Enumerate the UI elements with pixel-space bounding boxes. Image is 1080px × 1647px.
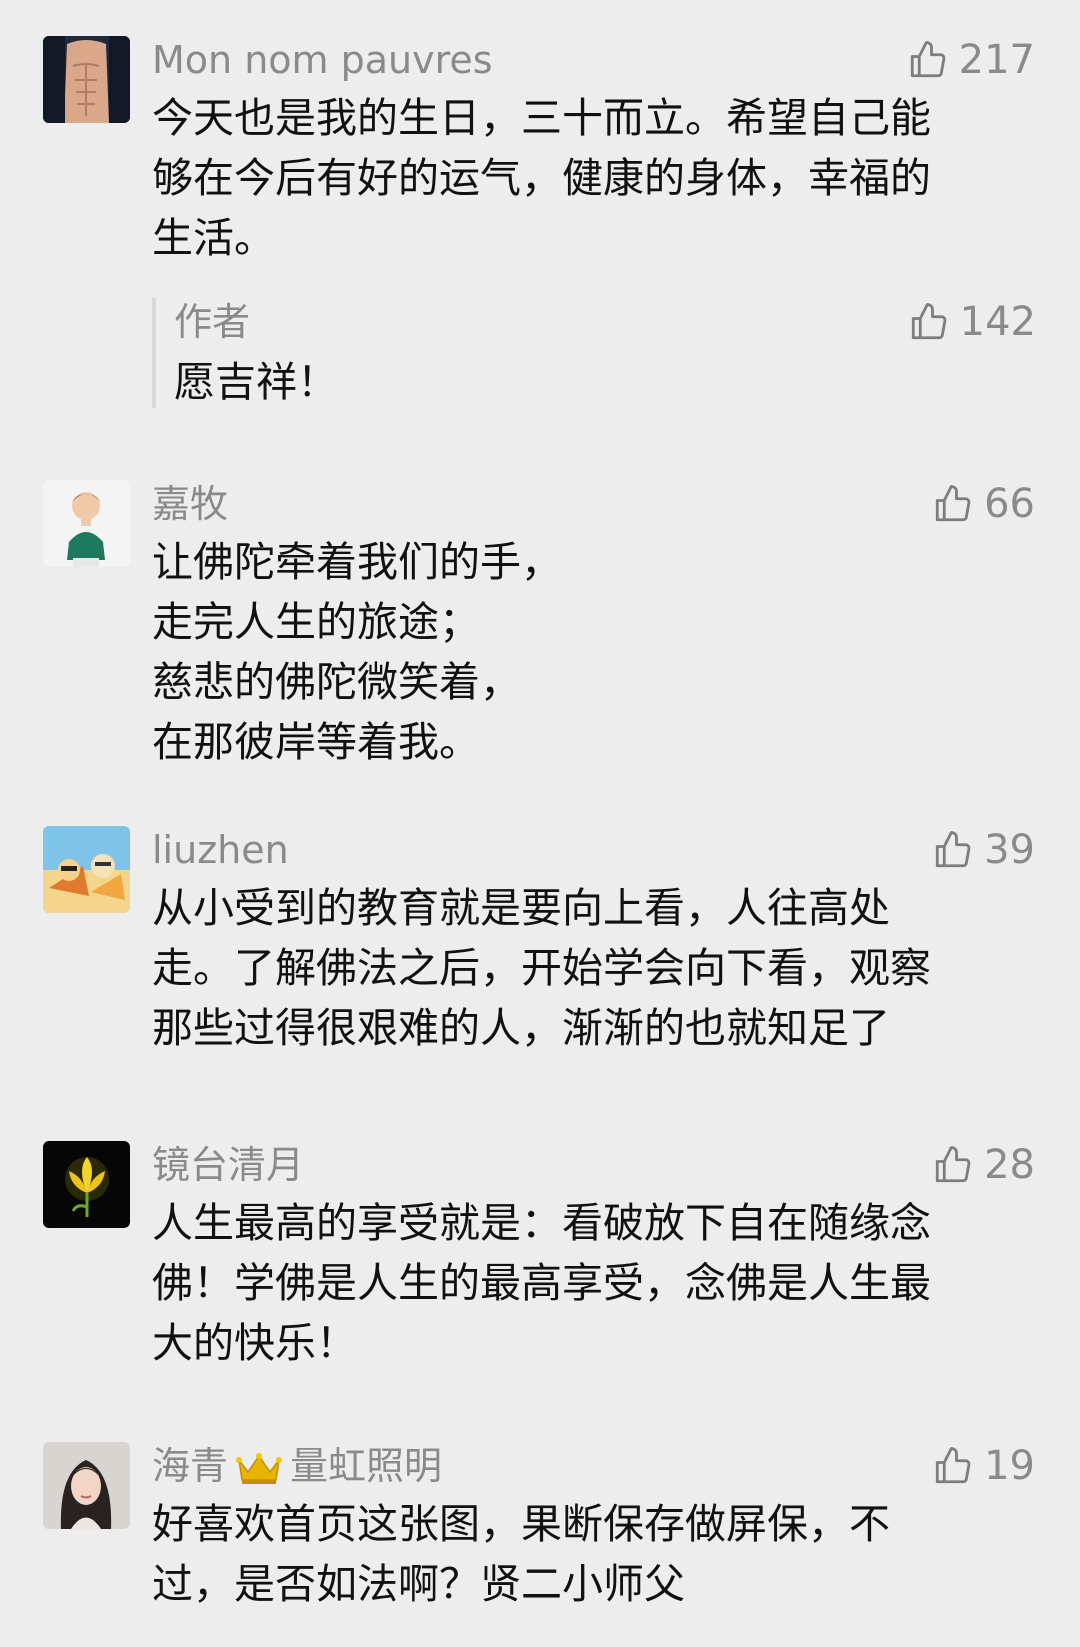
like-count: 28 <box>984 1142 1035 1188</box>
avatar-image <box>43 1442 130 1529</box>
comment-author-name[interactable]: liuzhen <box>152 826 289 874</box>
like-button[interactable]: 28 <box>932 1141 1035 1189</box>
like-button[interactable]: 66 <box>932 480 1035 528</box>
avatar[interactable] <box>43 826 130 913</box>
like-count: 19 <box>984 1443 1035 1489</box>
comment-author-name[interactable]: 海青 量虹照明 <box>152 1442 442 1490</box>
like-button[interactable]: 39 <box>932 826 1035 874</box>
comment-author-name[interactable]: 镜台清月 <box>152 1141 304 1189</box>
avatar[interactable] <box>43 36 130 123</box>
avatar-image <box>43 826 130 913</box>
avatar-image <box>43 36 130 123</box>
thumbs-up-icon <box>935 1146 971 1183</box>
reply-text: 愿吉祥！ <box>174 358 338 406</box>
like-button[interactable]: 217 <box>907 36 1035 84</box>
reply-author-label: 作者 <box>174 300 251 344</box>
thumbs-up-icon <box>910 41 946 78</box>
comment-text: 好喜欢首页这张图，果断保存做屏保，不 过，是否如法啊？贤二小师父 <box>152 1500 890 1608</box>
avatar[interactable] <box>43 1442 130 1529</box>
reply-divider <box>152 298 156 408</box>
like-count: 66 <box>984 481 1035 527</box>
thumbs-up-icon <box>935 485 971 522</box>
like-count: 217 <box>958 37 1035 83</box>
like-button[interactable]: 19 <box>932 1442 1035 1490</box>
thumbs-up-icon <box>935 831 971 868</box>
comment-text: 人生最高的享受就是：看破放下自在随缘念 佛！学佛是人生的最高享受，念佛是人生最 … <box>152 1199 931 1367</box>
like-count: 39 <box>984 827 1035 873</box>
comment-list: Mon nom pauvres 217 今天也是我的生日，三十而立。希望自己能 … <box>0 0 1080 1647</box>
comment-text: 今天也是我的生日，三十而立。希望自己能 够在今后有好的运气，健康的身体，幸福的 … <box>152 94 931 262</box>
avatar[interactable] <box>43 1141 130 1228</box>
reply-like-button[interactable]: 142 <box>908 298 1036 346</box>
comment-author-name[interactable]: 嘉牧 <box>152 480 228 528</box>
comment-text: 从小受到的教育就是要向上看，人往高处 走。了解佛法之后，开始学会向下看，观察 那… <box>152 884 931 1052</box>
thumbs-up-icon <box>911 303 947 340</box>
comment-text: 让佛陀牵着我们的手， 走完人生的旅途； 慈悲的佛陀微笑着， 在那彼岸等着我。 <box>152 538 562 766</box>
comment-author-primary: 海青 <box>152 1444 229 1488</box>
avatar-image <box>43 480 130 567</box>
reply-like-count: 142 <box>959 299 1036 345</box>
crown-icon <box>236 1452 283 1486</box>
avatar[interactable] <box>43 480 130 567</box>
avatar-image <box>43 1141 130 1228</box>
thumbs-up-icon <box>935 1447 971 1484</box>
comment-author-extra: 量虹照明 <box>290 1444 443 1488</box>
comment-author-name[interactable]: Mon nom pauvres <box>152 36 493 84</box>
